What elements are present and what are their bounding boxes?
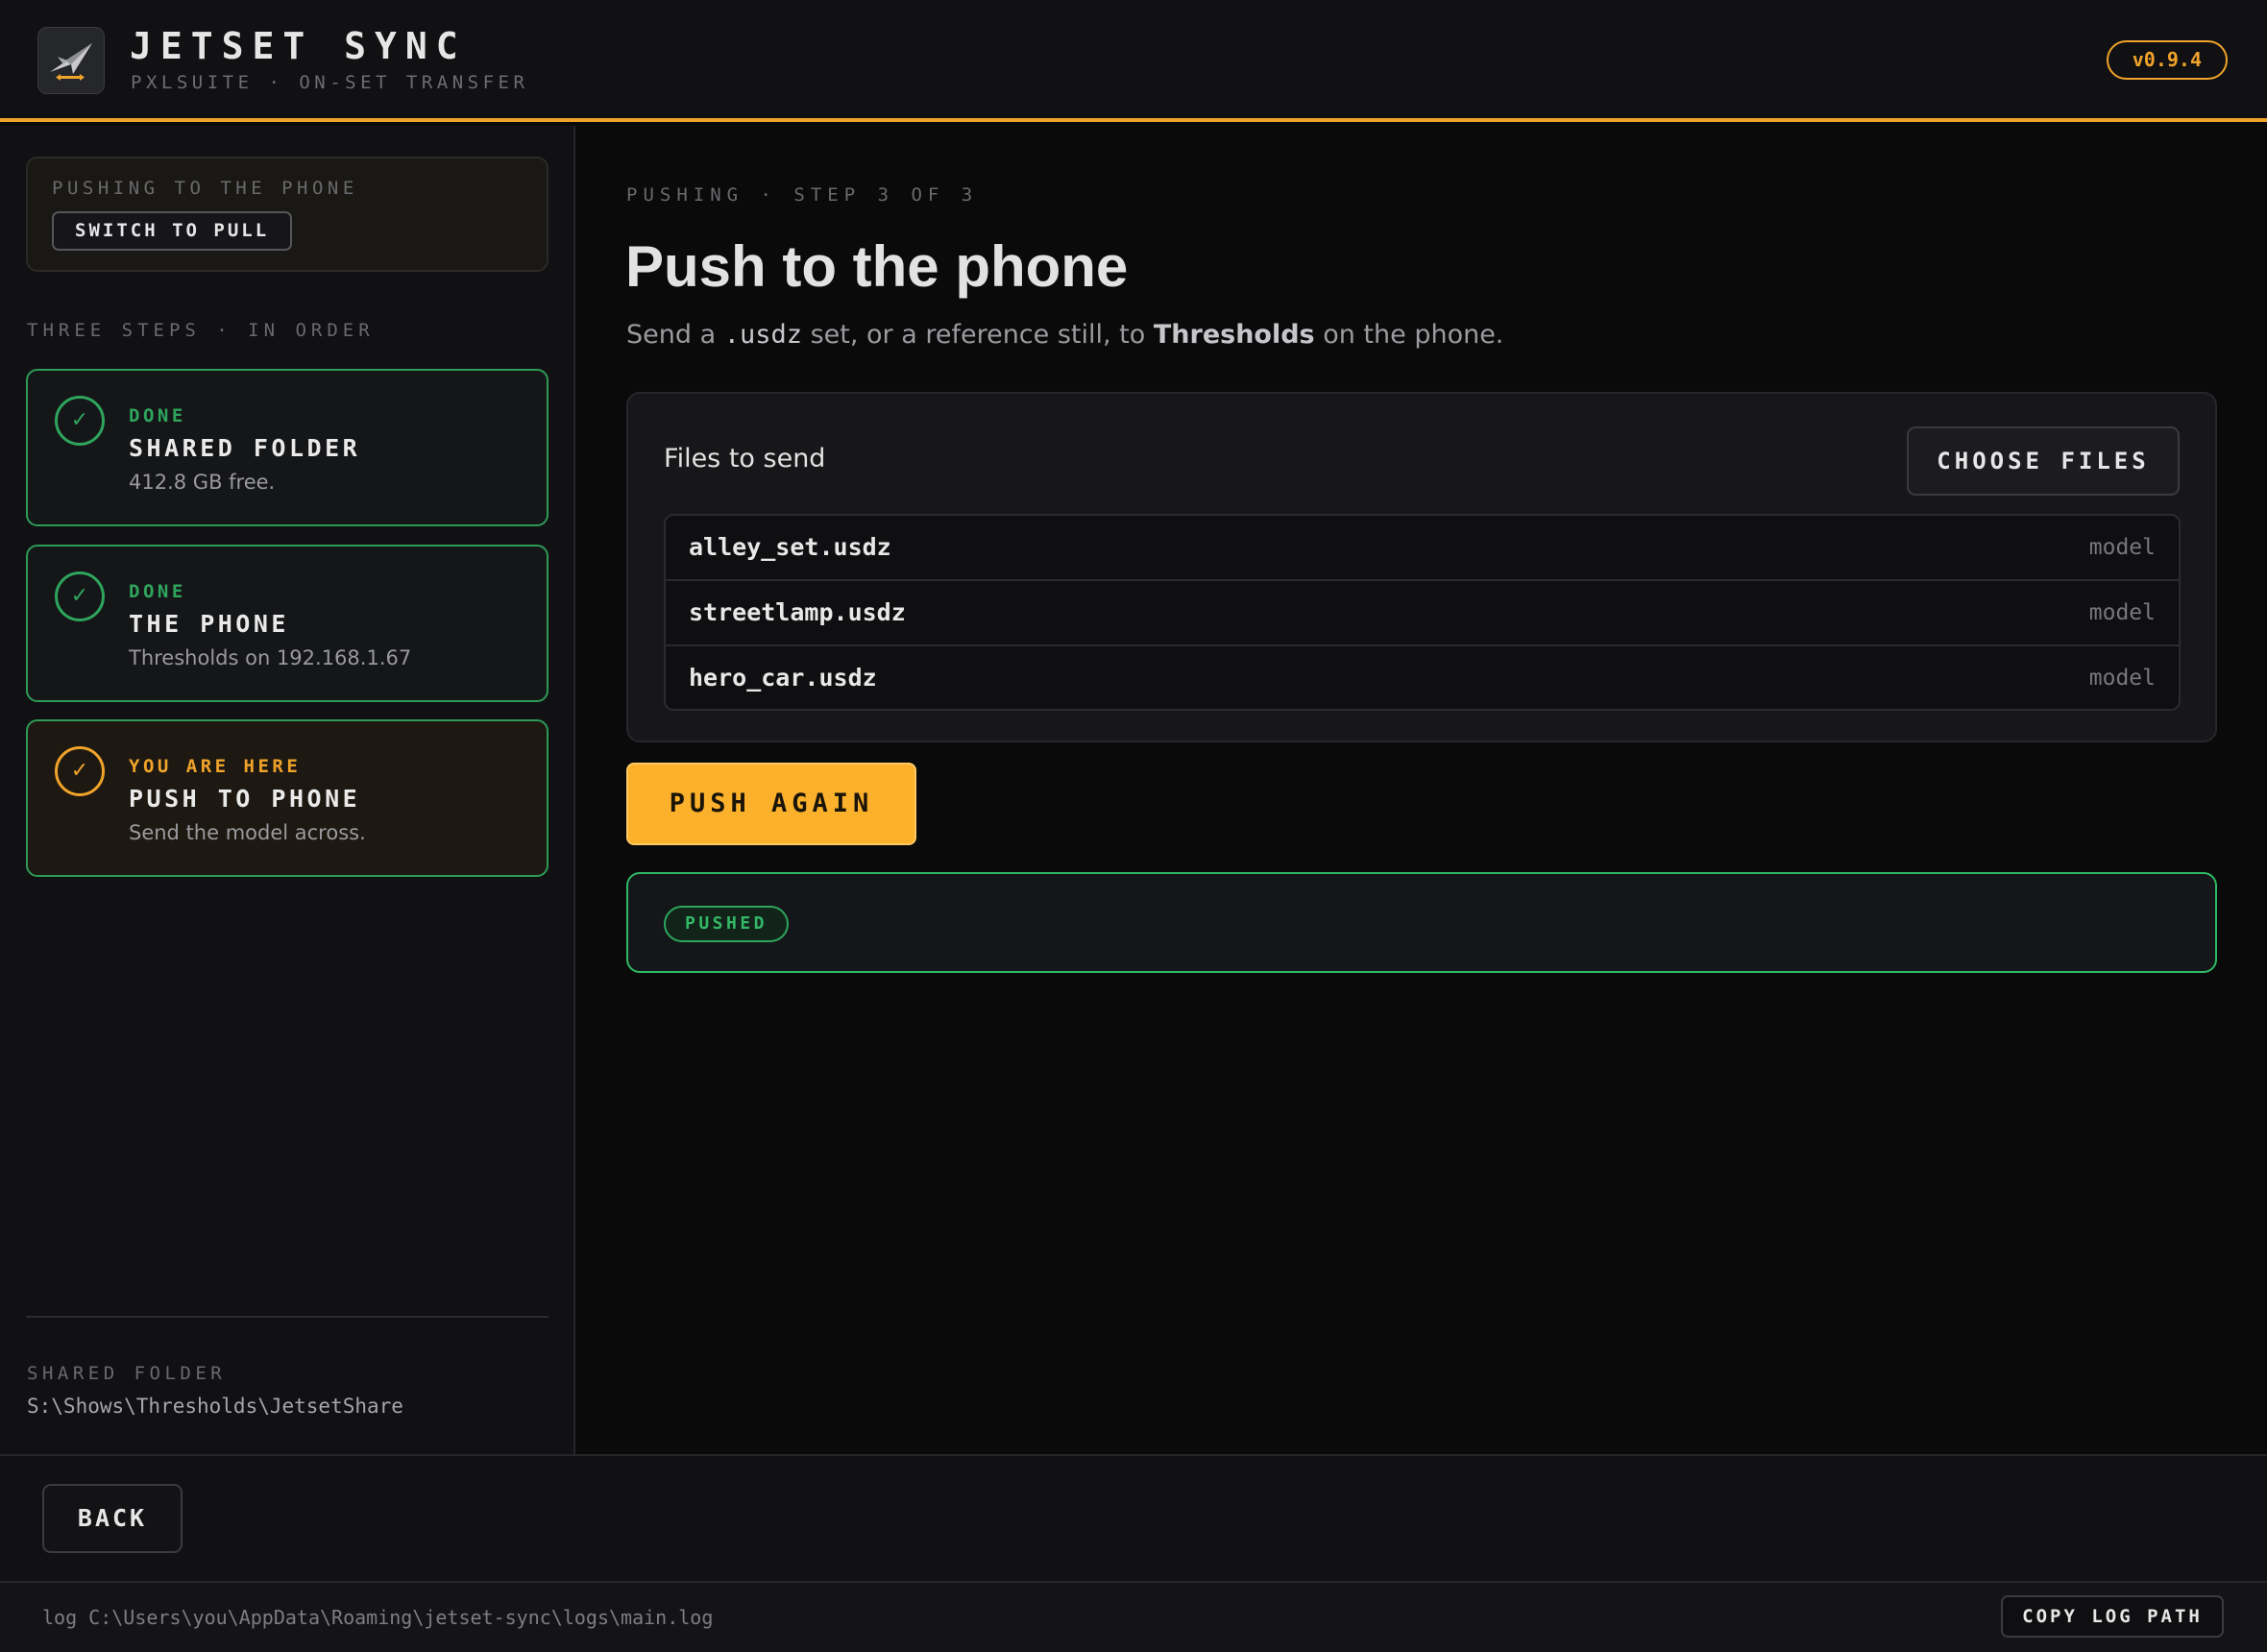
- shared-folder-label: SHARED FOLDER: [27, 1363, 227, 1384]
- file-row[interactable]: streetlamp.usdz model: [666, 581, 2179, 646]
- sidebar-divider: [26, 1316, 548, 1318]
- file-name: alley_set.usdz: [689, 533, 891, 561]
- jet-plane-icon: [50, 43, 92, 81]
- file-row[interactable]: hero_car.usdz model: [666, 646, 2179, 709]
- file-name: hero_car.usdz: [689, 664, 877, 692]
- step-status: DONE: [129, 581, 186, 602]
- step-status: YOU ARE HERE: [129, 756, 302, 777]
- step-status: DONE: [129, 405, 186, 426]
- copy-log-path-button[interactable]: COPY LOG PATH: [2001, 1595, 2224, 1638]
- push-status-panel: PUSHED: [626, 872, 2217, 973]
- shared-folder-path: S:\Shows\Thresholds\JetsetShare: [27, 1395, 403, 1418]
- check-icon: ✓: [55, 746, 105, 796]
- steps-heading: THREE STEPS · IN ORDER: [27, 320, 375, 341]
- step-push-to-phone[interactable]: ✓ YOU ARE HERE PUSH TO PHONE Send the mo…: [26, 719, 548, 877]
- step-title: THE PHONE: [129, 610, 289, 638]
- subtitle-app-name: Thresholds: [1153, 320, 1315, 350]
- file-kind: model: [2088, 600, 2156, 625]
- step-shared-folder[interactable]: ✓ DONE SHARED FOLDER 412.8 GB free.: [26, 369, 548, 526]
- subtitle-text: on the phone.: [1314, 320, 1504, 350]
- step-title: PUSH TO PHONE: [129, 785, 361, 813]
- file-list: alley_set.usdz model streetlamp.usdz mod…: [664, 514, 2181, 711]
- step-eyebrow: PUSHING · STEP 3 OF 3: [626, 184, 979, 206]
- check-icon: ✓: [55, 396, 105, 446]
- step-description: Thresholds on 192.168.1.67: [129, 646, 412, 669]
- footer-bar: BACK: [0, 1454, 2267, 1581]
- step-title: SHARED FOLDER: [129, 434, 361, 462]
- files-panel: Files to send CHOOSE FILES alley_set.usd…: [626, 392, 2217, 742]
- subtitle-text: Send a: [626, 320, 724, 350]
- file-row[interactable]: alley_set.usdz model: [666, 516, 2179, 581]
- log-bar: log C:\Users\you\AppData\Roaming\jetset-…: [0, 1581, 2267, 1652]
- version-badge: v0.9.4: [2106, 40, 2228, 80]
- mode-label: PUSHING TO THE PHONE: [52, 178, 358, 199]
- file-kind: model: [2088, 666, 2156, 691]
- files-heading: Files to send: [664, 444, 826, 474]
- log-path: log C:\Users\you\AppData\Roaming\jetset-…: [42, 1606, 714, 1629]
- switch-to-pull-button[interactable]: SWITCH TO PULL: [52, 211, 293, 251]
- back-button[interactable]: BACK: [42, 1484, 183, 1553]
- step-description: 412.8 GB free.: [129, 471, 276, 494]
- app-header: JETSET SYNC PXLSUITE · ON-SET TRANSFER v…: [0, 0, 2267, 122]
- step-the-phone[interactable]: ✓ DONE THE PHONE Thresholds on 192.168.1…: [26, 545, 548, 702]
- page-subtitle: Send a .usdz set, or a reference still, …: [626, 320, 1503, 350]
- app-subtitle: PXLSUITE · ON-SET TRANSFER: [131, 72, 529, 93]
- choose-files-button[interactable]: CHOOSE FILES: [1907, 426, 2180, 496]
- file-kind: model: [2088, 535, 2156, 560]
- push-again-button[interactable]: PUSH AGAIN: [626, 763, 916, 845]
- subtitle-text: set, or a reference still, to: [802, 320, 1154, 350]
- check-icon: ✓: [55, 571, 105, 621]
- file-name: streetlamp.usdz: [689, 598, 906, 626]
- subtitle-file-extension: .usdz: [723, 320, 802, 350]
- step-description: Send the model across.: [129, 821, 366, 844]
- sidebar: PUSHING TO THE PHONE SWITCH TO PULL THRE…: [0, 126, 575, 1454]
- app-title: JETSET SYNC: [130, 25, 467, 67]
- mode-card: PUSHING TO THE PHONE SWITCH TO PULL: [26, 157, 548, 272]
- pushed-status-badge: PUSHED: [664, 906, 790, 942]
- app-logo: [37, 27, 105, 94]
- page-title: Push to the phone: [625, 234, 1129, 299]
